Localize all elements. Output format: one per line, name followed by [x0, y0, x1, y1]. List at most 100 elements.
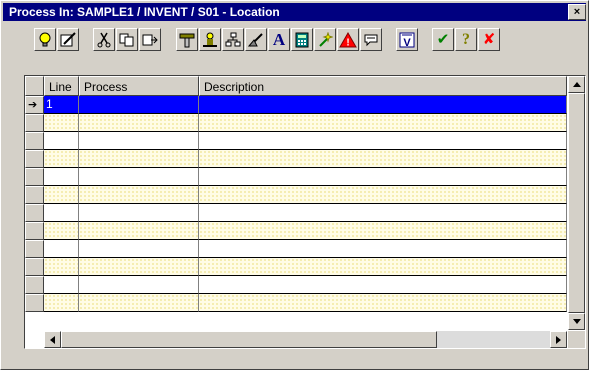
cell-description[interactable] — [199, 240, 567, 258]
row-selector[interactable] — [25, 240, 44, 258]
process-grid: Line Process Description ➔ 1 — [24, 75, 586, 349]
row-selector[interactable] — [25, 204, 44, 222]
edit-icon — [60, 31, 76, 46]
hint-button[interactable] — [34, 28, 56, 51]
user-icon — [203, 32, 217, 47]
warning-icon: ! — [339, 31, 357, 48]
user-button[interactable] — [199, 28, 221, 51]
chart-button[interactable] — [222, 28, 244, 51]
cell-line[interactable] — [44, 276, 79, 294]
cell-description[interactable] — [199, 204, 567, 222]
cancel-icon: ✘ — [482, 30, 496, 48]
cell-line[interactable] — [44, 240, 79, 258]
cell-description[interactable] — [199, 222, 567, 240]
toolbar: A ! V ✔ ? ✘ — [1, 28, 589, 55]
wand-icon — [319, 31, 333, 47]
filter-button[interactable]: V — [396, 28, 418, 51]
cell-description[interactable] — [199, 132, 567, 150]
close-button[interactable]: × — [568, 4, 586, 20]
cell-line[interactable] — [44, 114, 79, 132]
ok-icon: ✔ — [436, 30, 450, 48]
row-selector[interactable] — [25, 168, 44, 186]
cell-description[interactable] — [199, 186, 567, 204]
cell-process[interactable] — [79, 132, 199, 150]
cell-process[interactable] — [79, 168, 199, 186]
cell-line[interactable] — [44, 204, 79, 222]
cancel-button[interactable]: ✘ — [478, 28, 500, 51]
cell-process[interactable] — [79, 276, 199, 294]
process-in-window: Process In: SAMPLE1 / INVENT / S01 - Loc… — [0, 0, 589, 370]
help-button[interactable]: ? — [455, 28, 477, 51]
column-header-line[interactable]: Line — [44, 76, 79, 96]
font-button[interactable]: A — [268, 28, 290, 51]
copy-button[interactable] — [116, 28, 138, 51]
cell-process[interactable] — [79, 294, 199, 312]
cell-description[interactable] — [199, 96, 567, 114]
row-selector[interactable] — [25, 114, 44, 132]
scroll-down-button[interactable] — [568, 313, 585, 330]
column-header-process[interactable]: Process — [79, 76, 199, 96]
cell-process[interactable] — [79, 114, 199, 132]
scroll-left-button[interactable] — [44, 331, 61, 348]
filter-icon: V — [399, 32, 415, 48]
cell-line[interactable]: 1 — [44, 96, 79, 114]
column-header-description[interactable]: Description — [199, 76, 567, 96]
cell-line[interactable] — [44, 294, 79, 312]
cell-description[interactable] — [199, 150, 567, 168]
arrow-left-icon — [50, 335, 55, 344]
scroll-up-button[interactable] — [568, 76, 585, 93]
cut-button[interactable] — [93, 28, 115, 51]
grid-corner — [25, 76, 44, 96]
horizontal-scrollbar[interactable] — [44, 331, 567, 348]
cell-process[interactable] — [79, 204, 199, 222]
warning-button[interactable]: ! — [337, 28, 359, 51]
arrow-right-icon — [556, 335, 561, 344]
row-selector[interactable] — [25, 186, 44, 204]
row-selector[interactable] — [25, 132, 44, 150]
cell-description[interactable] — [199, 276, 567, 294]
edit-button[interactable] — [57, 28, 79, 51]
cell-description[interactable] — [199, 168, 567, 186]
scrollbar-corner — [568, 331, 585, 348]
cell-line[interactable] — [44, 222, 79, 240]
comment-button[interactable] — [360, 28, 382, 51]
row-selector[interactable]: ➔ — [25, 96, 44, 114]
calculator-icon — [295, 32, 309, 47]
cell-process[interactable] — [79, 258, 199, 276]
row-selector[interactable] — [25, 258, 44, 276]
svg-text:V: V — [403, 37, 411, 48]
cell-process[interactable] — [79, 150, 199, 168]
copy-icon — [119, 33, 134, 46]
horizontal-scroll-thumb[interactable] — [61, 331, 437, 348]
title-bar[interactable]: Process In: SAMPLE1 / INVENT / S01 - Loc… — [3, 3, 586, 21]
cell-line[interactable] — [44, 150, 79, 168]
row-selector[interactable] — [25, 294, 44, 312]
row-selector[interactable] — [25, 222, 44, 240]
row-selector[interactable] — [25, 276, 44, 294]
cell-line[interactable] — [44, 186, 79, 204]
cell-line[interactable] — [44, 258, 79, 276]
cell-process[interactable] — [79, 96, 199, 114]
calculator-button[interactable] — [291, 28, 313, 51]
cell-description[interactable] — [199, 114, 567, 132]
cell-description[interactable] — [199, 294, 567, 312]
cell-line[interactable] — [44, 168, 79, 186]
vertical-scroll-thumb[interactable] — [568, 93, 585, 313]
draw-button[interactable] — [245, 28, 267, 51]
cell-description[interactable] — [199, 258, 567, 276]
cell-process[interactable] — [79, 186, 199, 204]
cell-line[interactable] — [44, 132, 79, 150]
vertical-scrollbar[interactable] — [568, 76, 585, 330]
scroll-right-button[interactable] — [550, 331, 567, 348]
tools-button[interactable] — [176, 28, 198, 51]
font-icon: A — [272, 30, 286, 49]
row-selector[interactable] — [25, 150, 44, 168]
paste-button[interactable] — [139, 28, 161, 51]
horizontal-scroll-track[interactable] — [437, 331, 550, 348]
wand-button[interactable] — [314, 28, 336, 51]
ok-button[interactable]: ✔ — [432, 28, 454, 51]
current-row-arrow-icon: ➔ — [28, 98, 38, 111]
cell-process[interactable] — [79, 240, 199, 258]
tools-icon — [179, 33, 195, 47]
cell-process[interactable] — [79, 222, 199, 240]
